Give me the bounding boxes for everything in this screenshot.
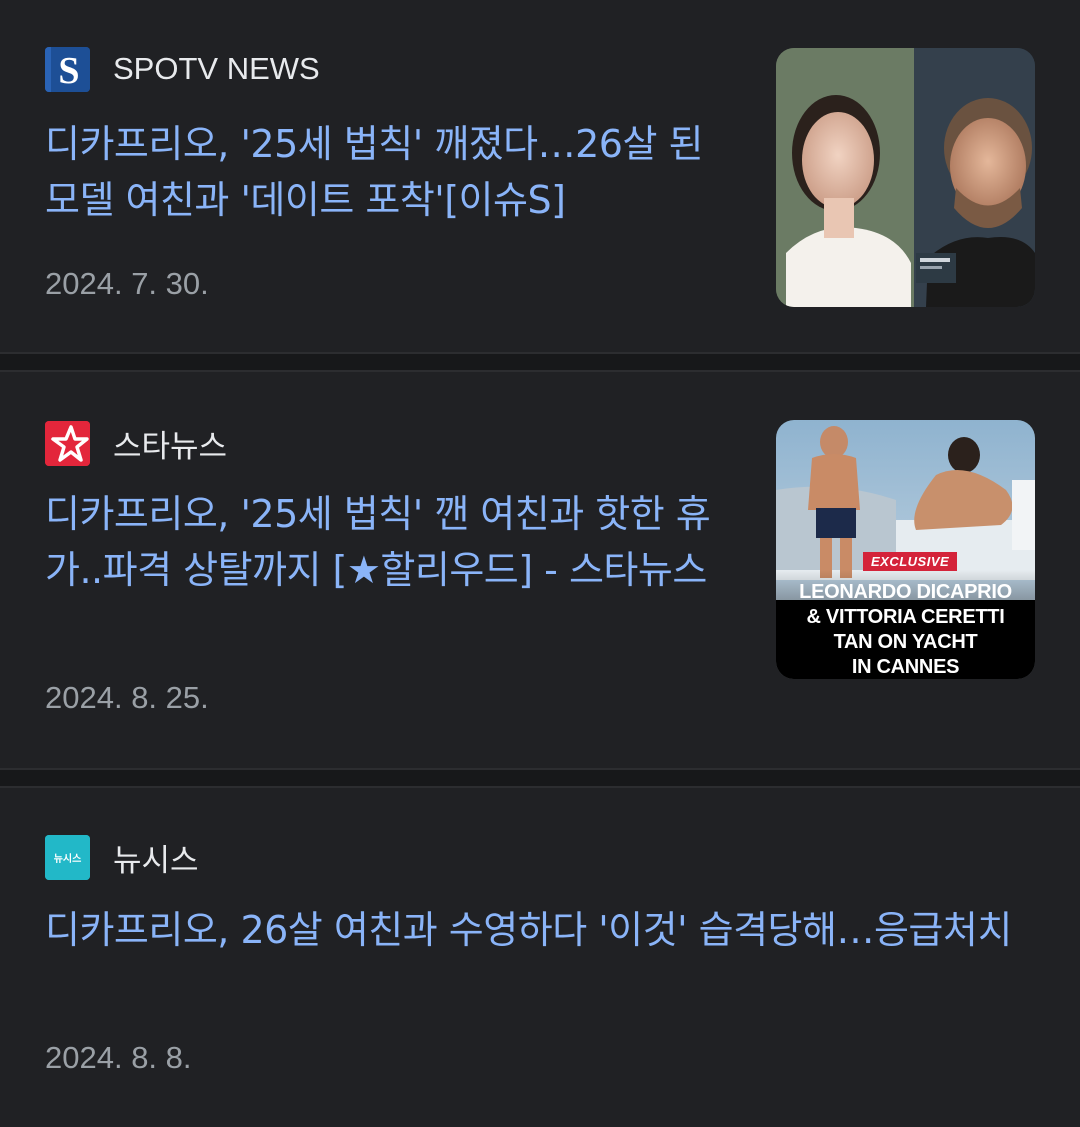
news-feed: S SPOTV NEWS 디카프리오, '25세 법칙' 깨졌다…26살 된 모… xyxy=(0,0,1080,1127)
headline-link[interactable]: 디카프리오, 26살 여친과 수영하다 '이것' 습격당해…응급처치 xyxy=(45,902,1035,958)
svg-text:뉴시스: 뉴시스 xyxy=(54,853,82,865)
spotv-logo-icon: S xyxy=(45,46,90,92)
article-thumbnail[interactable]: EXCLUSIVE LEONARDO DICAPRIO & VITTORIA C… xyxy=(776,420,1035,679)
publish-date: 2024. 8. 8. xyxy=(45,1040,192,1075)
headline-link[interactable]: 디카프리오, '25세 법칙' 깨졌다…26살 된 모델 여친과 '데이트 포착… xyxy=(45,116,735,228)
headline-link[interactable]: 디카프리오, '25세 법칙' 깬 여친과 핫한 휴가..파격 상탈까지 [★할… xyxy=(45,486,735,598)
source-name: 스타뉴스 xyxy=(113,428,228,464)
svg-text:S: S xyxy=(58,50,79,92)
exclusive-badge: EXCLUSIVE xyxy=(863,552,958,571)
card-divider xyxy=(0,352,1080,372)
card-divider xyxy=(0,768,1080,788)
news-card[interactable]: 뉴시스 뉴시스 디카프리오, 26살 여친과 수영하다 '이것' 습격당해…응급… xyxy=(0,788,1080,1127)
star-logo-icon xyxy=(45,420,90,466)
news-source[interactable]: S SPOTV NEWS xyxy=(45,46,320,92)
source-name: SPOTV NEWS xyxy=(113,51,320,86)
article-thumbnail[interactable] xyxy=(776,48,1035,307)
source-name: 뉴시스 xyxy=(113,842,199,878)
news-source[interactable]: 뉴시스 뉴시스 xyxy=(45,834,199,880)
thumbnail-caption: LEONARDO DICAPRIO & VITTORIA CERETTI TAN… xyxy=(799,581,1012,678)
news-source[interactable]: 스타뉴스 xyxy=(45,420,227,466)
news-card[interactable]: S SPOTV NEWS 디카프리오, '25세 법칙' 깨졌다…26살 된 모… xyxy=(0,0,1080,352)
newsis-logo-icon: 뉴시스 xyxy=(45,834,90,880)
news-card[interactable]: 스타뉴스 디카프리오, '25세 법칙' 깬 여친과 핫한 휴가..파격 상탈까… xyxy=(0,372,1080,768)
publish-date: 2024. 8. 25. xyxy=(45,680,209,715)
publish-date: 2024. 7. 30. xyxy=(45,266,209,301)
